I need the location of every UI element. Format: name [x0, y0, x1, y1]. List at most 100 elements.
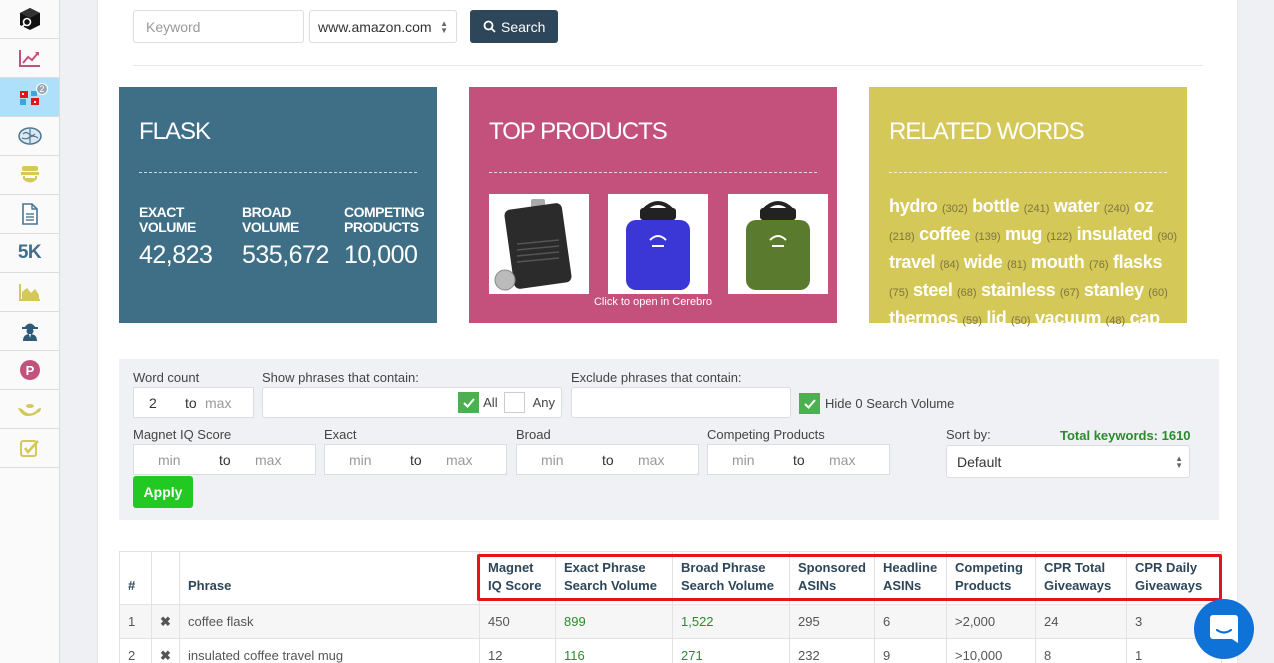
broad-max-input[interactable]: max [638, 452, 664, 468]
all-label: All [483, 395, 498, 410]
related-word-count: (241) [1023, 203, 1050, 215]
exact-max-input[interactable]: max [446, 452, 472, 468]
range-to: to [185, 394, 197, 411]
related-word-count: (76) [1088, 259, 1109, 271]
related-word[interactable]: vacuum [1035, 308, 1102, 328]
sidebar-item-document[interactable] [0, 195, 59, 234]
related-word[interactable]: mug [1005, 224, 1042, 244]
remove-row-button[interactable]: ✖ [151, 604, 180, 639]
sidebar-item-genie[interactable]: $ [0, 390, 59, 429]
related-word-count: (302) [941, 203, 968, 215]
magnet-iq-range: min to max [133, 444, 316, 475]
product-image-flask[interactable] [489, 194, 589, 294]
sidebar-item-p[interactable]: P [0, 351, 59, 390]
related-word[interactable]: lid [986, 308, 1006, 328]
check-icon [803, 398, 816, 409]
exact-min-input[interactable]: min [349, 452, 410, 468]
magnet-iq-cell: 450 [479, 604, 556, 639]
close-icon: ✖ [160, 613, 171, 629]
related-word[interactable]: travel [889, 252, 936, 272]
magnet-iq-cell: 12 [479, 638, 556, 663]
competing-products-label: Competing Products [707, 427, 825, 442]
chat-widget-button[interactable] [1194, 599, 1254, 659]
product-image-green-bottle[interactable] [728, 194, 828, 294]
header-number[interactable]: # [119, 551, 152, 605]
related-word[interactable]: flasks [1113, 252, 1163, 272]
sidebar-item-spy[interactable] [0, 312, 59, 351]
card-divider [489, 172, 817, 173]
sidebar-item-product-research[interactable] [0, 0, 59, 39]
any-checkbox[interactable] [503, 392, 525, 413]
related-word[interactable]: coffee [919, 224, 971, 244]
related-word[interactable]: stainless [981, 280, 1056, 300]
related-word-count: (240) [1103, 203, 1130, 215]
related-word[interactable]: thermos [889, 308, 958, 328]
green-bottle-image [746, 201, 810, 290]
related-word[interactable]: oz [1134, 196, 1154, 216]
broad-min-input[interactable]: min [541, 452, 602, 468]
sidebar-item-trends[interactable] [0, 39, 59, 78]
check-icon [462, 397, 475, 408]
sidebar-item-frankenstein[interactable] [0, 156, 59, 195]
related-word[interactable]: mouth [1031, 252, 1085, 272]
header-phrase[interactable]: Phrase [179, 551, 480, 605]
header-cpr-daily[interactable]: CPR Daily Giveaways [1126, 551, 1222, 605]
show-phrases-input[interactable]: All Any [262, 387, 562, 418]
related-word[interactable]: steel [913, 280, 953, 300]
sort-select[interactable]: Default ▲ ▼ [946, 445, 1190, 478]
broad-volume-cell: 1,522 [672, 604, 790, 639]
related-word[interactable]: insulated [1077, 224, 1154, 244]
sidebar-item-keyword-connect[interactable]: 2 [0, 78, 59, 117]
related-word-count: (84) [939, 259, 960, 271]
competing-max-input[interactable]: max [829, 452, 855, 468]
exact-volume-cell: 899 [555, 604, 673, 639]
search-bar: www.amazon.com ▲▼ Search [133, 10, 559, 43]
all-checkbox[interactable] [458, 392, 480, 413]
exclude-phrases-label: Exclude phrases that contain: [571, 370, 742, 385]
sidebar-item-brain[interactable] [0, 117, 59, 156]
magnet-iq-min-input[interactable]: min [158, 452, 219, 468]
header-headline-asins[interactable]: Headline ASINs [874, 551, 947, 605]
magnet-iq-max-input[interactable]: max [255, 452, 281, 468]
open-in-cerebro-link[interactable]: Click to open in Cerebro [469, 296, 837, 308]
word-count-label: Word count [133, 370, 200, 385]
header-exact-volume[interactable]: Exact Phrase Search Volume [555, 551, 673, 605]
related-word[interactable]: hydro [889, 196, 938, 216]
remove-row-button[interactable]: ✖ [151, 638, 180, 663]
word-count-min-input[interactable]: 2 [149, 395, 185, 411]
related-word[interactable]: cap [1130, 308, 1160, 328]
row-number: 2 [119, 638, 152, 663]
headline-asins-cell: 6 [874, 604, 947, 639]
marketplace-select[interactable]: www.amazon.com ▲ ▼ [309, 10, 457, 43]
hide-zero-checkbox[interactable] [799, 393, 820, 414]
keywords-table: # Phrase Magnet IQ Score Exact Phrase Sear… [119, 551, 1222, 663]
sidebar-item-5k[interactable]: 5K [0, 234, 59, 273]
main-panel: www.amazon.com ▲▼ Search FLASK EXACTVOLU… [97, 0, 1238, 663]
word-count-range: 2 to max [133, 387, 254, 418]
keyword-input[interactable] [133, 10, 304, 43]
stat-label: VOLUME [139, 219, 196, 235]
related-word[interactable]: water [1054, 196, 1100, 216]
sidebar-item-area-chart[interactable] [0, 273, 59, 312]
competing-min-input[interactable]: min [732, 452, 793, 468]
header-cpr-total[interactable]: CPR Total Giveaways [1035, 551, 1127, 605]
related-word-count: (50) [1010, 315, 1031, 327]
word-count-max-input[interactable]: max [205, 395, 231, 411]
stat-label: BROAD [242, 204, 291, 220]
related-word[interactable]: bottle [972, 196, 1020, 216]
exclude-phrases-input[interactable] [571, 387, 791, 418]
header-magnet-iq[interactable]: Magnet IQ Score [479, 551, 556, 605]
competing-products-stat: COMPETING PRODUCTS 10,000 [344, 205, 425, 270]
keyword-title: FLASK [139, 118, 211, 145]
sponsored-asins-cell: 232 [789, 638, 875, 663]
header-competing-products[interactable]: Competing Products [946, 551, 1036, 605]
apply-button[interactable]: Apply [133, 476, 193, 508]
sidebar-item-checklist[interactable] [0, 429, 59, 468]
related-word[interactable]: stanley [1084, 280, 1144, 300]
competing-products-cell: >10,000 [946, 638, 1036, 663]
product-image-blue-bottle[interactable] [608, 194, 708, 294]
header-broad-volume[interactable]: Broad Phrase Search Volume [672, 551, 790, 605]
search-button[interactable]: Search [470, 10, 559, 43]
header-sponsored-asins[interactable]: Sponsored ASINs [789, 551, 875, 605]
related-word[interactable]: wide [964, 252, 1003, 272]
